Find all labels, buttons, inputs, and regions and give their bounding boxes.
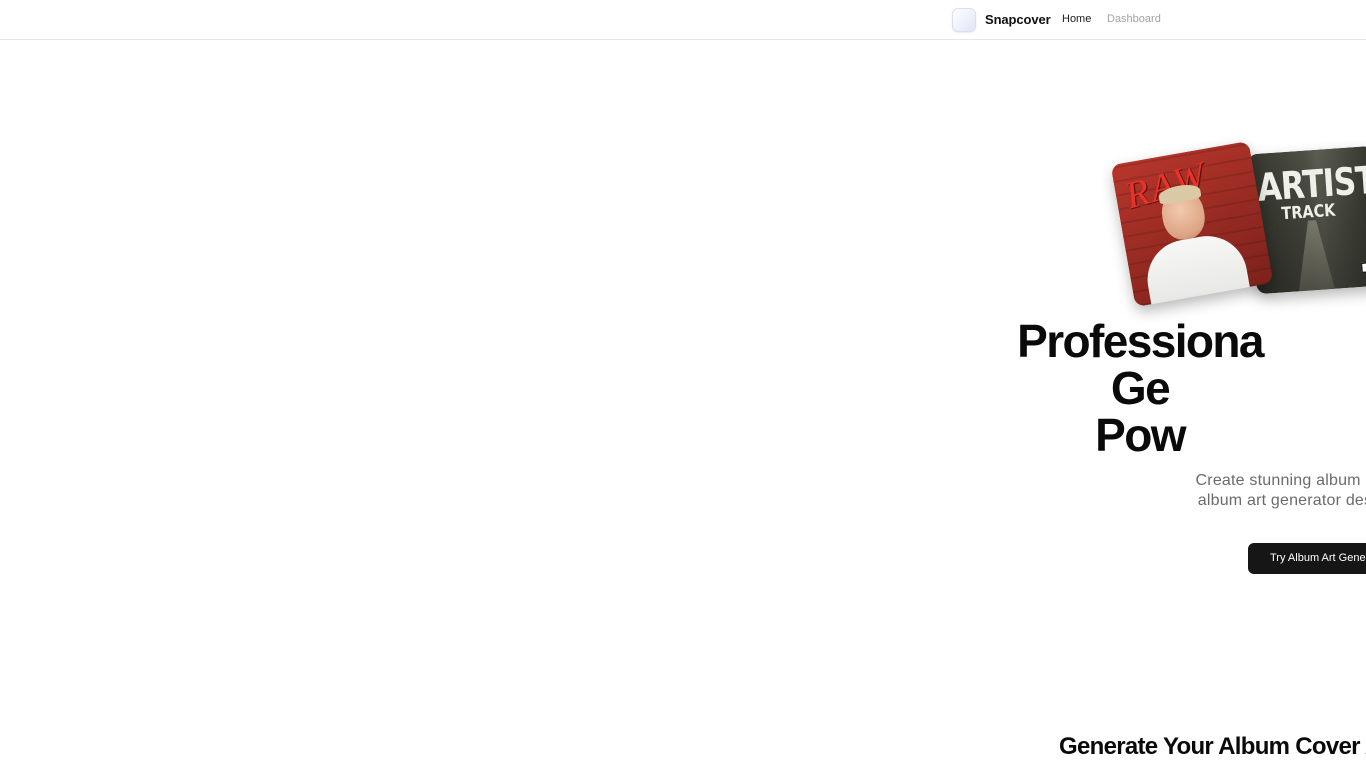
hero-subtitle: Create stunning album a album art genera… <box>0 471 1366 511</box>
hero-title-line-2: Ge <box>1110 362 1171 414</box>
top-navigation-bar: Snapcover Home Dashboard <box>0 0 1366 40</box>
nav-link-dashboard[interactable]: Dashboard <box>1107 13 1161 25</box>
hero-subtitle-line-2: album art generator des <box>1197 492 1366 509</box>
section-heading: Generate Your Album Cover Art <box>1059 733 1366 760</box>
hero-title-line-3: Pow <box>1095 409 1186 461</box>
album-cover-raw: RAW <box>1110 140 1274 308</box>
hero-title: Professiona Ge Pow <box>0 318 1366 459</box>
brand-logo-icon[interactable] <box>952 8 976 32</box>
cover-track-subtitle: TRACK <box>1280 200 1337 225</box>
parental-advisory-icon <box>1361 261 1366 273</box>
cover-person-body <box>1141 229 1252 308</box>
hero-title-line-1: Professiona <box>1017 315 1264 367</box>
try-album-art-generator-button[interactable]: Try Album Art Gener <box>1248 543 1366 574</box>
cover-street-graphic <box>1292 219 1337 294</box>
hero-subtitle-line-1: Create stunning album a <box>1195 472 1366 489</box>
nav-link-home[interactable]: Home <box>1062 13 1091 25</box>
brand-name[interactable]: Snapcover <box>985 12 1051 27</box>
